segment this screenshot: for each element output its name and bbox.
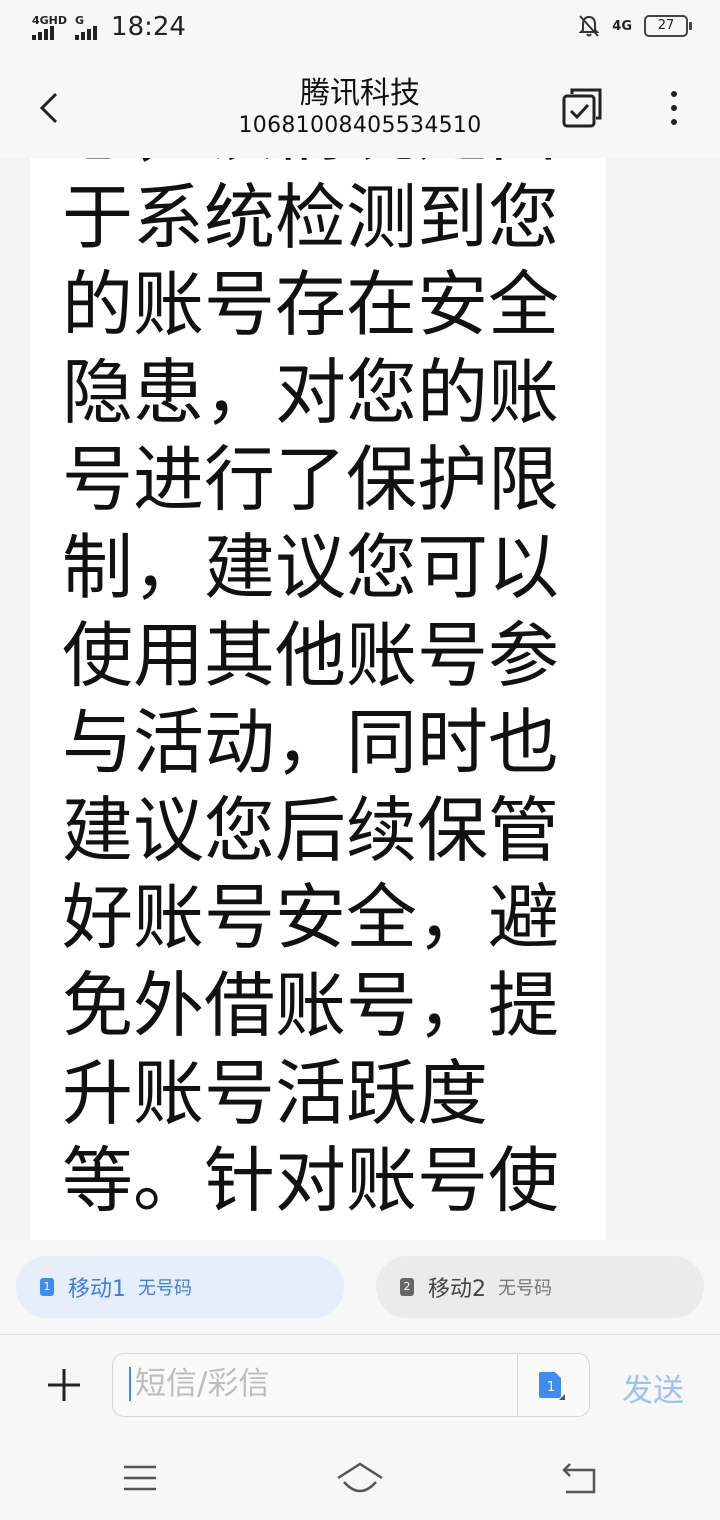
back-nav-icon[interactable]	[560, 1462, 598, 1494]
send-button[interactable]: 发送	[622, 1365, 684, 1410]
clock: 18:24	[111, 12, 186, 42]
conversation-header: 腾讯科技 10681008405534510	[0, 58, 720, 158]
sim-selector: 1 移动1 无号码 2 移动2 无号码	[0, 1240, 720, 1334]
battery-icon: 27	[644, 15, 692, 37]
message-text: 息，该情况是由于系统检测到您的账号存在安全隐患，对您的账号进行了保护限制，建议您…	[62, 158, 560, 1223]
signal-bars-icon	[32, 25, 54, 40]
sim1-number: 无号码	[138, 1278, 192, 1299]
status-left: 4GHD G 18:24	[32, 12, 186, 42]
network-type: 4G	[612, 18, 632, 34]
sim2-number: 无号码	[498, 1278, 552, 1299]
sim2-signal-label: G	[75, 13, 85, 27]
compose-bar: 短信/彩信 1 发送	[0, 1334, 720, 1435]
more-options-icon[interactable]	[662, 88, 686, 128]
sim-switch-badge: 1	[547, 1380, 555, 1395]
status-bar: 4GHD G 18:24 4G 27	[0, 0, 720, 58]
input-divider	[517, 1354, 518, 1416]
sim1-signal: 4GHD	[32, 15, 67, 40]
status-right: 4G 27	[578, 14, 692, 38]
back-arrow-icon[interactable]	[32, 88, 72, 128]
battery-level: 27	[657, 18, 675, 33]
message-list[interactable]: 息，该情况是由于系统检测到您的账号存在安全隐患，对您的账号进行了保护限制，建议您…	[0, 158, 720, 1240]
message-input-placeholder: 短信/彩信	[129, 1367, 269, 1401]
mute-bell-icon	[578, 15, 600, 37]
message-input[interactable]: 短信/彩信 1	[112, 1353, 590, 1417]
sim1-name: 移动1	[68, 1277, 126, 1302]
sim1-badge-icon: 1	[40, 1278, 54, 1296]
multi-select-icon[interactable]	[560, 86, 604, 130]
header-title-block: 腾讯科技 10681008405534510	[160, 76, 560, 140]
sim-switch-icon[interactable]: 1	[537, 1370, 565, 1400]
sim1-signal-label: 4GHD	[32, 13, 68, 27]
contact-name: 腾讯科技	[300, 76, 420, 111]
menu-icon[interactable]	[122, 1464, 158, 1492]
sim2-name: 移动2	[428, 1277, 486, 1302]
sim2-button[interactable]: 2 移动2 无号码	[376, 1256, 704, 1318]
sim2-badge-icon: 2	[400, 1278, 414, 1296]
sim1-button[interactable]: 1 移动1 无号码	[16, 1256, 344, 1318]
message-bubble[interactable]: 息，该情况是由于系统检测到您的账号存在安全隐患，对您的账号进行了保护限制，建议您…	[30, 158, 606, 1240]
system-nav-bar	[0, 1434, 720, 1520]
add-attachment-icon[interactable]	[46, 1367, 82, 1403]
sim2-signal: G	[75, 13, 98, 40]
signal-bars-icon	[75, 25, 98, 40]
home-icon[interactable]	[336, 1460, 384, 1496]
contact-number: 10681008405534510	[238, 113, 482, 138]
